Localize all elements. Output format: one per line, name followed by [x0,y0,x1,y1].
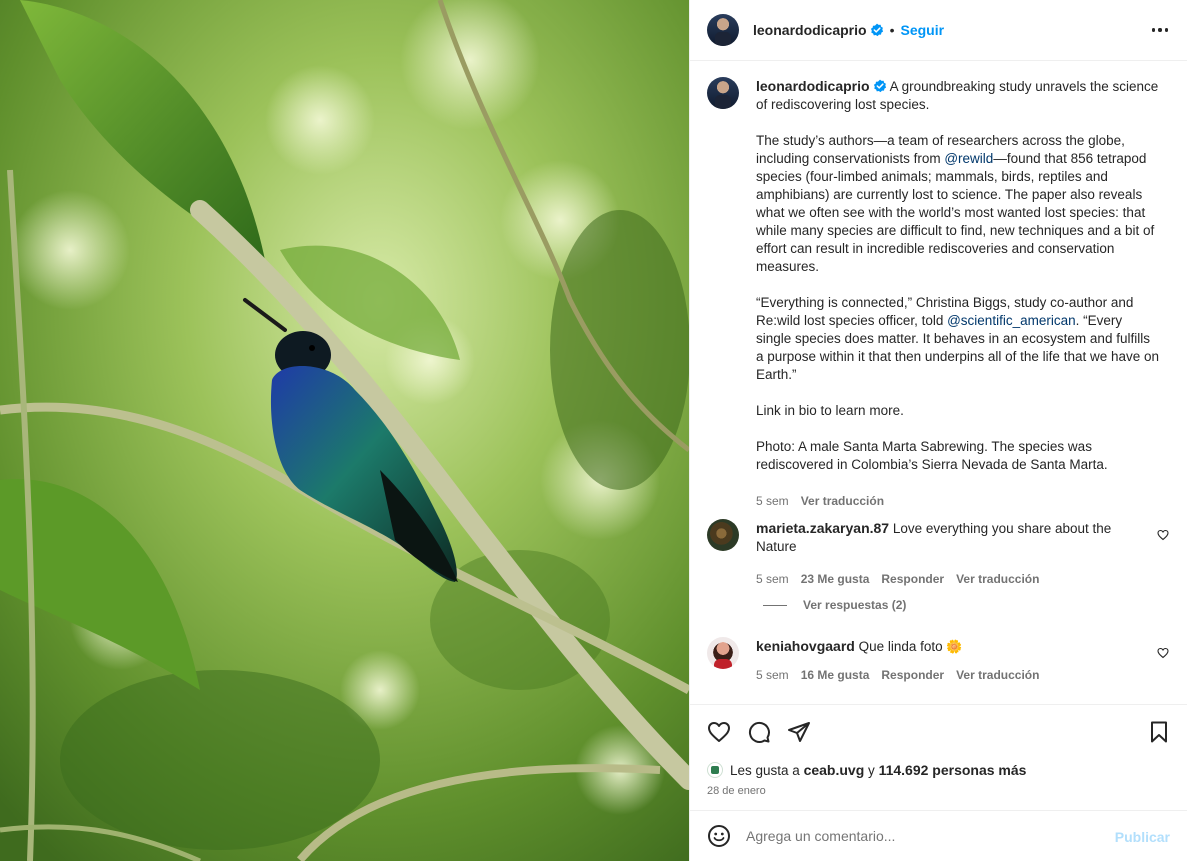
comment-item: keniahovgaard Que linda foto 🌼 5 sem 16 … [707,637,1177,684]
see-translation-button[interactable]: Ver traducción [801,492,884,510]
reply-button[interactable]: Responder [881,666,944,684]
commenter-username[interactable]: marieta.zakaryan.87 [756,520,889,536]
likes-join: y [868,762,875,778]
caption-body: leonardodicaprio A groundbreaking study … [756,77,1161,510]
mention-link[interactable]: @rewild [944,151,993,166]
replies-line [763,604,787,606]
like-comment-heart-icon[interactable] [1157,647,1169,659]
emoji-icon[interactable] [707,824,731,848]
more-options-icon[interactable] [1150,20,1170,40]
verified-badge-icon [870,23,883,37]
header-separator: • [889,22,895,38]
add-comment-bar: Publicar [690,810,1187,861]
see-translation-button[interactable]: Ver traducción [956,666,1039,684]
likes-count[interactable]: 114.692 personas más [879,762,1027,778]
caption-paragraph-5: Photo: A male Santa Marta Sabrewing. The… [756,439,1108,472]
caption-text: —found that 856 tetrapod species (four-l… [756,151,1155,274]
comment-input[interactable] [746,828,1106,844]
comment-icon[interactable] [747,720,771,744]
post-photo[interactable] [0,0,689,861]
comment-body: keniahovgaard Que linda foto 🌼 5 sem 16 … [756,637,1146,684]
verified-badge-icon [873,79,886,93]
comment-likes[interactable]: 16 Me gusta [801,666,870,684]
caption-paragraph-2: The study’s authors—a team of researcher… [756,132,1161,276]
post-date[interactable]: 28 de enero [707,785,766,797]
liker-username[interactable]: ceab.uvg [804,762,865,778]
comment-item: marieta.zakaryan.87 Love everything you … [707,519,1177,588]
view-replies-button[interactable]: Ver respuestas (2) [763,598,906,612]
liker-avatar[interactable] [707,762,723,778]
reply-button[interactable]: Responder [881,570,944,588]
commenter-avatar[interactable] [707,519,739,551]
see-translation-button[interactable]: Ver traducción [956,570,1039,588]
caption-age[interactable]: 5 sem [756,492,789,510]
comment-meta: 5 sem 23 Me gusta Responder Ver traducci… [756,570,1146,588]
post-header: leonardodicaprio • Seguir [690,0,1187,61]
post-actions: Les gusta a ceab.uvg y 114.692 personas … [690,704,1187,810]
likes-prefix: Les gusta a [730,762,800,778]
post-caption: leonardodicaprio A groundbreaking study … [707,77,1167,510]
comment-text: Que linda foto [858,639,943,654]
publish-button[interactable]: Publicar [1115,829,1170,845]
comment-likes[interactable]: 23 Me gusta [801,570,870,588]
post-side-panel: leonardodicaprio • Seguir leonardodicapr… [689,0,1187,861]
caption-paragraph-4: Link in bio to learn more. [756,403,904,418]
caption-paragraph-1: leonardodicaprio A groundbreaking study … [756,77,1161,114]
author-avatar[interactable] [707,14,739,46]
caption-author-avatar[interactable] [707,77,739,109]
caption-username[interactable]: leonardodicaprio [756,78,870,94]
share-icon[interactable] [787,720,811,744]
commenter-avatar[interactable] [707,637,739,669]
comment-body: marieta.zakaryan.87 Love everything you … [756,519,1146,588]
comment-meta: 5 sem 16 Me gusta Responder Ver traducci… [756,666,1146,684]
instagram-post: leonardodicaprio • Seguir leonardodicapr… [0,0,1187,861]
follow-button[interactable]: Seguir [900,22,944,38]
comment-age[interactable]: 5 sem [756,570,789,588]
commenter-username[interactable]: keniahovgaard [756,638,855,654]
mention-link[interactable]: @scientific_american [947,313,1076,328]
author-username[interactable]: leonardodicaprio [753,22,867,38]
likes-summary: Les gusta a ceab.uvg y 114.692 personas … [707,762,1026,778]
like-comment-heart-icon[interactable] [1157,529,1169,541]
flower-emoji-icon: 🌼 [946,639,963,654]
hummingbird-photo [0,0,689,861]
heart-icon[interactable] [707,720,731,744]
view-replies-label: Ver respuestas (2) [803,598,907,612]
caption-meta: 5 sem Ver traducción [756,492,1161,510]
caption-paragraph-3: “Everything is connected,” Christina Big… [756,294,1161,384]
bookmark-icon[interactable] [1147,720,1171,744]
comment-age[interactable]: 5 sem [756,666,789,684]
